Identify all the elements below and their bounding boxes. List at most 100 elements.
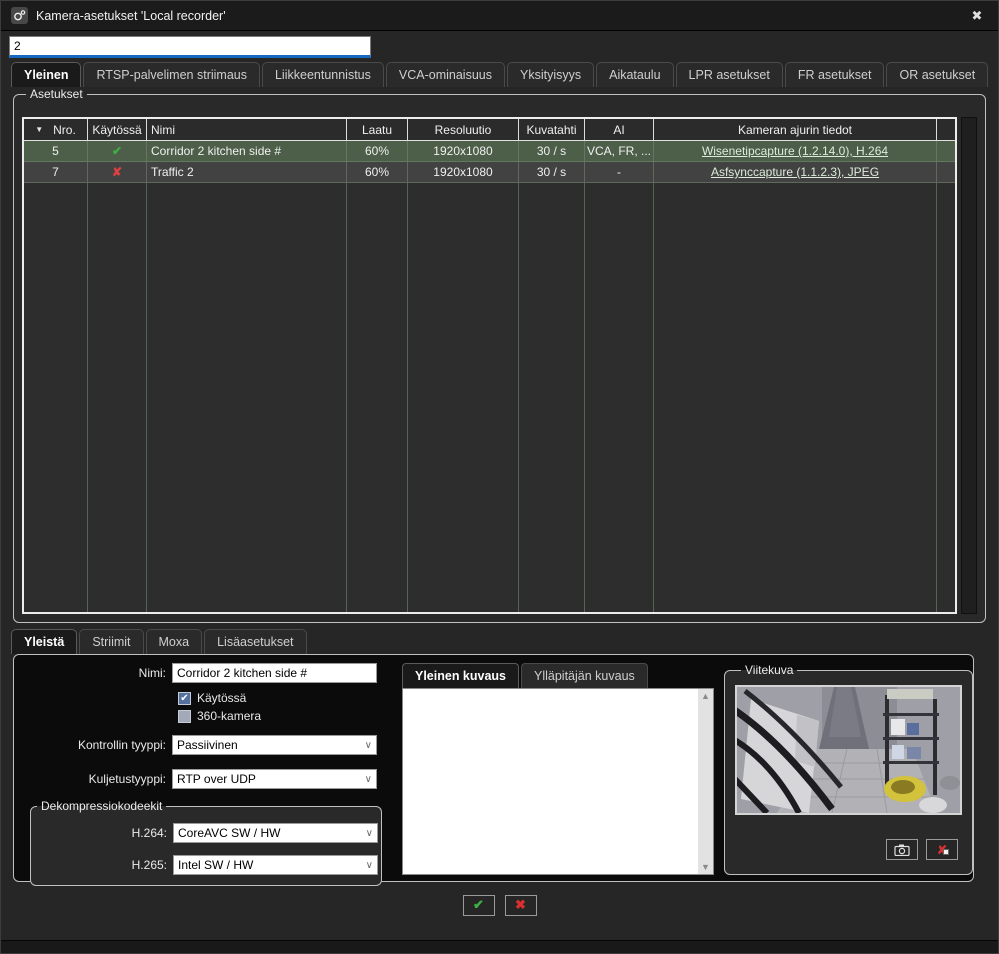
h265-label: H.265: bbox=[31, 858, 173, 872]
chevron-down-icon: ∨ bbox=[366, 860, 373, 871]
reference-image-group: Viitekuva bbox=[724, 663, 973, 875]
table-row-camera-7[interactable]: 7 ✘ Traffic 2 60% 1920x1080 30 / s - Asf… bbox=[24, 162, 955, 183]
camera360-checkbox[interactable] bbox=[178, 710, 191, 723]
name-field[interactable] bbox=[172, 663, 377, 683]
column-header-ajurin-tiedot[interactable]: Kameran ajurin tiedot bbox=[654, 119, 937, 140]
enabled-checkbox-label: Käytössä bbox=[197, 691, 246, 705]
cell-ai: - bbox=[585, 162, 654, 183]
tab-lpr-asetukset[interactable]: LPR asetukset bbox=[676, 62, 783, 87]
column-header-laatu[interactable]: Laatu bbox=[347, 119, 408, 140]
column-header-kaytossa[interactable]: Käytössä bbox=[88, 119, 147, 140]
cancel-button[interactable]: ✖ bbox=[505, 895, 537, 916]
detail-tab-bar: Yleistä Striimit Moxa Lisäasetukset bbox=[1, 629, 998, 654]
reference-image bbox=[735, 685, 962, 815]
transport-type-label: Kuljetustyyppi: bbox=[24, 772, 172, 786]
close-icon[interactable]: ✖ bbox=[966, 6, 988, 26]
codecs-group-label: Dekompressiokodeekit bbox=[37, 799, 166, 813]
tab-fr-asetukset[interactable]: FR asetukset bbox=[785, 62, 885, 87]
camera-settings-window: Kamera-asetukset 'Local recorder' ✖ Ylei… bbox=[0, 0, 999, 954]
cell-spacer bbox=[937, 141, 955, 162]
titlebar: Kamera-asetukset 'Local recorder' ✖ bbox=[1, 1, 998, 31]
cell-driver: Wisenetipcapture (1.2.14.0), H.264 bbox=[654, 141, 937, 162]
tab-vca-ominaisuus[interactable]: VCA-ominaisuus bbox=[386, 62, 505, 87]
description-section: Yleinen kuvaus Ylläpitäjän kuvaus ▲ ▼ bbox=[402, 663, 714, 875]
cell-nro: 5 bbox=[24, 141, 88, 162]
cell-resolution: 1920x1080 bbox=[408, 162, 519, 183]
driver-info-link[interactable]: Wisenetipcapture (1.2.14.0), H.264 bbox=[702, 144, 888, 158]
column-header-nro[interactable]: ▼ Nro. bbox=[24, 119, 88, 140]
cell-quality: 60% bbox=[347, 141, 408, 162]
h265-codec-select[interactable]: Intel SW / HW ∨ bbox=[173, 855, 378, 875]
control-type-select[interactable]: Passiivinen ∨ bbox=[172, 735, 377, 755]
enabled-checkbox[interactable]: ✔ bbox=[178, 692, 191, 705]
column-header-nimi[interactable]: Nimi bbox=[147, 119, 347, 140]
description-scrollbar[interactable]: ▲ ▼ bbox=[698, 689, 713, 874]
driver-info-link[interactable]: Asfsynccapture (1.1.2.3), JPEG bbox=[711, 165, 879, 179]
ok-check-icon: ✔ bbox=[473, 897, 484, 913]
h264-codec-select[interactable]: CoreAVC SW / HW ∨ bbox=[173, 823, 378, 843]
ok-button[interactable]: ✔ bbox=[463, 895, 495, 916]
dialog-footer: ✔ ✖ bbox=[1, 882, 998, 928]
tab-liikkeentunnistus[interactable]: Liikkeentunnistus bbox=[262, 62, 384, 87]
tab-yleista[interactable]: Yleistä bbox=[11, 629, 77, 654]
scroll-up-icon[interactable]: ▲ bbox=[701, 689, 710, 703]
name-label: Nimi: bbox=[24, 666, 172, 680]
enabled-check-icon: ✔ bbox=[88, 141, 147, 162]
codecs-group: Dekompressiokodeekit H.264: CoreAVC SW /… bbox=[30, 799, 382, 886]
camera-settings-icon bbox=[11, 7, 28, 24]
description-textarea[interactable] bbox=[403, 689, 698, 874]
cell-name: Corridor 2 kitchen side # bbox=[147, 141, 347, 162]
transport-type-select[interactable]: RTP over UDP ∨ bbox=[172, 769, 377, 789]
tab-yleinen-kuvaus[interactable]: Yleinen kuvaus bbox=[402, 663, 519, 688]
search-input[interactable] bbox=[9, 36, 371, 58]
tab-striimit[interactable]: Striimit bbox=[79, 629, 143, 654]
cell-framerate: 30 / s bbox=[519, 162, 585, 183]
column-header-ai[interactable]: AI bbox=[585, 119, 654, 140]
search-row bbox=[1, 31, 998, 62]
cell-nro: 7 bbox=[24, 162, 88, 183]
reference-image-label: Viitekuva bbox=[741, 663, 797, 677]
chevron-down-icon: ∨ bbox=[365, 774, 372, 785]
camera-form: Nimi: ✔ Käytössä 360-kamera Kontrollin t… bbox=[24, 663, 392, 875]
cell-driver: Asfsynccapture (1.1.2.3), JPEG bbox=[654, 162, 937, 183]
table-empty-area bbox=[24, 183, 955, 612]
tab-aikataulu[interactable]: Aikataulu bbox=[596, 62, 673, 87]
table-vertical-scrollbar[interactable] bbox=[961, 117, 977, 614]
cell-framerate: 30 / s bbox=[519, 141, 585, 162]
enabled-checkbox-row[interactable]: ✔ Käytössä bbox=[178, 691, 392, 705]
cell-spacer bbox=[937, 162, 955, 183]
cell-name: Traffic 2 bbox=[147, 162, 347, 183]
tab-or-asetukset[interactable]: OR asetukset bbox=[886, 62, 988, 87]
chevron-down-icon: ∨ bbox=[366, 828, 373, 839]
sort-arrow-icon[interactable]: ▼ bbox=[35, 125, 43, 134]
tab-lisaasetukset[interactable]: Lisäasetukset bbox=[204, 629, 306, 654]
tab-yksityisyys[interactable]: Yksityisyys bbox=[507, 62, 594, 87]
camera360-checkbox-row[interactable]: 360-kamera bbox=[178, 709, 392, 723]
table-header-row: ▼ Nro. Käytössä Nimi Laatu Resoluutio Ku… bbox=[24, 119, 955, 141]
column-header-resoluutio[interactable]: Resoluutio bbox=[408, 119, 519, 140]
cancel-cross-icon: ✖ bbox=[515, 897, 526, 913]
camera360-checkbox-label: 360-kamera bbox=[197, 709, 261, 723]
remove-reference-image-button[interactable]: ✘ bbox=[926, 839, 958, 860]
column-header-spacer bbox=[937, 119, 955, 140]
h264-label: H.264: bbox=[31, 826, 173, 840]
table-row-camera-5[interactable]: 5 ✔ Corridor 2 kitchen side # 60% 1920x1… bbox=[24, 141, 955, 162]
camera-table: ▼ Nro. Käytössä Nimi Laatu Resoluutio Ku… bbox=[22, 117, 957, 614]
tab-yllapitajan-kuvaus[interactable]: Ylläpitäjän kuvaus bbox=[521, 663, 648, 688]
settings-group: Asetukset ▼ Nro. Käytössä Nimi Laatu Res… bbox=[13, 87, 986, 623]
window-title: Kamera-asetukset 'Local recorder' bbox=[36, 9, 226, 23]
scroll-down-icon[interactable]: ▼ bbox=[701, 860, 710, 874]
tab-yleinen[interactable]: Yleinen bbox=[11, 62, 81, 87]
cell-ai: VCA, FR, ... bbox=[585, 141, 654, 162]
column-header-kuvatahti[interactable]: Kuvatahti bbox=[519, 119, 585, 140]
page-icon bbox=[943, 849, 949, 855]
cell-quality: 60% bbox=[347, 162, 408, 183]
cell-resolution: 1920x1080 bbox=[408, 141, 519, 162]
detail-panel: Nimi: ✔ Käytössä 360-kamera Kontrollin t… bbox=[13, 654, 974, 882]
chevron-down-icon: ∨ bbox=[365, 740, 372, 751]
capture-reference-image-button[interactable] bbox=[886, 839, 918, 860]
camera-icon bbox=[894, 844, 910, 856]
tab-rtsp-striimaus[interactable]: RTSP-palvelimen striimaus bbox=[83, 62, 260, 87]
main-tab-bar: Yleinen RTSP-palvelimen striimaus Liikke… bbox=[1, 62, 998, 87]
tab-moxa[interactable]: Moxa bbox=[146, 629, 203, 654]
